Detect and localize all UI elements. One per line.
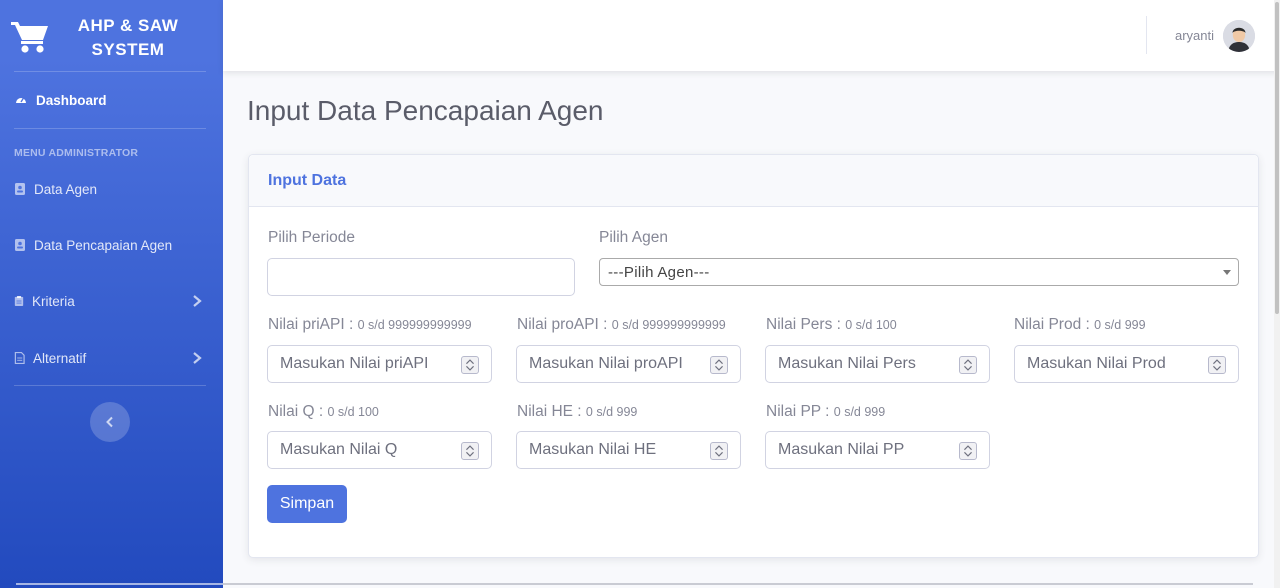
sidebar-item-label: Data Agen bbox=[34, 181, 98, 197]
sidebar-item-alternatif[interactable]: Alternatif bbox=[0, 338, 223, 378]
sidebar-item-label: Dashboard bbox=[36, 92, 107, 108]
avatar[interactable] bbox=[1223, 20, 1255, 52]
card-title: Input Data bbox=[268, 172, 347, 189]
sidebar-item-label: Alternatif bbox=[33, 350, 87, 366]
brand[interactable]: AHP & SAW SYSTEM bbox=[0, 0, 223, 70]
scrollbar[interactable] bbox=[1274, 0, 1280, 588]
agen-select[interactable]: ---Pilih Agen--- bbox=[599, 258, 1239, 286]
field-label-text: Nilai HE : bbox=[517, 403, 582, 420]
user-avatar-icon bbox=[1223, 20, 1255, 52]
field-label-pers: Nilai Pers : 0 s/d 100 bbox=[766, 316, 897, 334]
topbar: aryanti bbox=[223, 0, 1280, 71]
priapi-field[interactable] bbox=[267, 345, 492, 383]
tachometer-icon bbox=[16, 97, 26, 103]
number-spinner-icon[interactable] bbox=[710, 442, 728, 460]
field-range: 0 s/d 999 bbox=[833, 405, 886, 419]
q-field[interactable] bbox=[267, 431, 492, 469]
number-spinner-icon[interactable] bbox=[959, 356, 977, 374]
sidebar-toggle-button[interactable] bbox=[90, 402, 130, 442]
chevron-left-icon bbox=[106, 416, 113, 428]
file-icon bbox=[14, 352, 25, 364]
brand-text: AHP & SAW SYSTEM bbox=[62, 14, 194, 62]
simpan-button[interactable]: Simpan bbox=[267, 485, 347, 523]
number-spinner-icon[interactable] bbox=[461, 442, 479, 460]
sidebar-item-kriteria[interactable]: Kriteria bbox=[0, 281, 223, 321]
sidebar-item-data-agen[interactable]: Data Agen bbox=[0, 169, 223, 209]
address-book-icon bbox=[15, 239, 25, 251]
pp-input[interactable] bbox=[766, 432, 989, 468]
field-range: 0 s/d 999999999999 bbox=[611, 318, 726, 332]
number-spinner-icon[interactable] bbox=[1208, 356, 1226, 374]
periode-input[interactable] bbox=[268, 259, 574, 295]
field-label-text: Nilai Prod : bbox=[1014, 316, 1090, 333]
number-spinner-icon[interactable] bbox=[710, 356, 728, 374]
address-book-icon bbox=[15, 183, 25, 195]
shopping-cart-icon bbox=[11, 22, 48, 53]
field-label-text: Nilai priAPI : bbox=[268, 316, 354, 333]
sidebar-item-data-pencapaian-agen[interactable]: Data Pencapaian Agen bbox=[0, 225, 223, 265]
he-input[interactable] bbox=[517, 432, 740, 468]
chevron-right-icon bbox=[193, 352, 202, 364]
topbar-divider bbox=[1146, 16, 1147, 54]
proapi-input[interactable] bbox=[517, 346, 740, 382]
sidebar-item-dashboard[interactable]: Dashboard bbox=[0, 80, 223, 120]
sidebar-item-label: Kriteria bbox=[32, 293, 75, 309]
agen-label: Pilih Agen bbox=[599, 229, 668, 246]
chevron-right-icon bbox=[193, 295, 202, 307]
pp-field[interactable] bbox=[765, 431, 990, 469]
field-label-priapi: Nilai priAPI : 0 s/d 999999999999 bbox=[268, 316, 472, 334]
field-range: 0 s/d 999 bbox=[1094, 318, 1146, 332]
sidebar-heading: MENU ADMINISTRATOR bbox=[14, 147, 139, 159]
field-label-q: Nilai Q : 0 s/d 100 bbox=[268, 403, 379, 421]
field-label-proapi: Nilai proAPI : 0 s/d 999999999999 bbox=[517, 316, 726, 334]
field-label-text: Nilai Q : bbox=[268, 403, 324, 420]
field-label-prod: Nilai Prod : 0 s/d 999 bbox=[1014, 316, 1146, 334]
pers-field[interactable] bbox=[765, 345, 990, 383]
card-header: Input Data bbox=[249, 155, 1258, 207]
field-range: 0 s/d 999999999999 bbox=[357, 318, 472, 332]
scrollbar-thumb[interactable] bbox=[1275, 2, 1279, 314]
number-spinner-icon[interactable] bbox=[461, 356, 479, 374]
prod-input[interactable] bbox=[1015, 346, 1238, 382]
field-label-text: Nilai PP : bbox=[766, 403, 830, 420]
field-label-text: Nilai Pers : bbox=[766, 316, 841, 333]
field-range: 0 s/d 100 bbox=[327, 405, 379, 419]
field-label-pp: Nilai PP : 0 s/d 999 bbox=[766, 403, 885, 421]
periode-label: Pilih Periode bbox=[268, 229, 356, 246]
q-input[interactable] bbox=[268, 432, 491, 468]
periode-field[interactable] bbox=[267, 258, 575, 296]
sidebar-bottom-line bbox=[16, 583, 223, 585]
brand-line-2: SYSTEM bbox=[91, 40, 165, 59]
sidebar-divider bbox=[14, 385, 206, 386]
proapi-field[interactable] bbox=[516, 345, 741, 383]
brand-line-1: AHP & SAW bbox=[77, 16, 179, 35]
field-range: 0 s/d 999 bbox=[585, 405, 638, 419]
page-bottom-line bbox=[223, 583, 1253, 585]
sidebar-divider bbox=[14, 128, 206, 129]
caret-down-icon bbox=[1223, 270, 1231, 275]
sidebar-item-label: Data Pencapaian Agen bbox=[34, 237, 173, 253]
sidebar-divider bbox=[14, 71, 206, 72]
number-spinner-icon[interactable] bbox=[959, 442, 977, 460]
prod-field[interactable] bbox=[1014, 345, 1239, 383]
sidebar: AHP & SAW SYSTEM Dashboard MENU ADMINIST… bbox=[0, 0, 223, 588]
clipboard-icon bbox=[14, 296, 24, 306]
he-field[interactable] bbox=[516, 431, 741, 469]
priapi-input[interactable] bbox=[268, 346, 491, 382]
user-name[interactable]: aryanti bbox=[1175, 28, 1214, 43]
field-label-he: Nilai HE : 0 s/d 999 bbox=[517, 403, 637, 421]
field-label-text: Nilai proAPI : bbox=[517, 316, 608, 333]
field-range: 0 s/d 100 bbox=[845, 318, 897, 332]
page-title: Input Data Pencapaian Agen bbox=[247, 95, 604, 126]
agen-select-value: ---Pilih Agen--- bbox=[608, 264, 710, 281]
pers-input[interactable] bbox=[766, 346, 989, 382]
